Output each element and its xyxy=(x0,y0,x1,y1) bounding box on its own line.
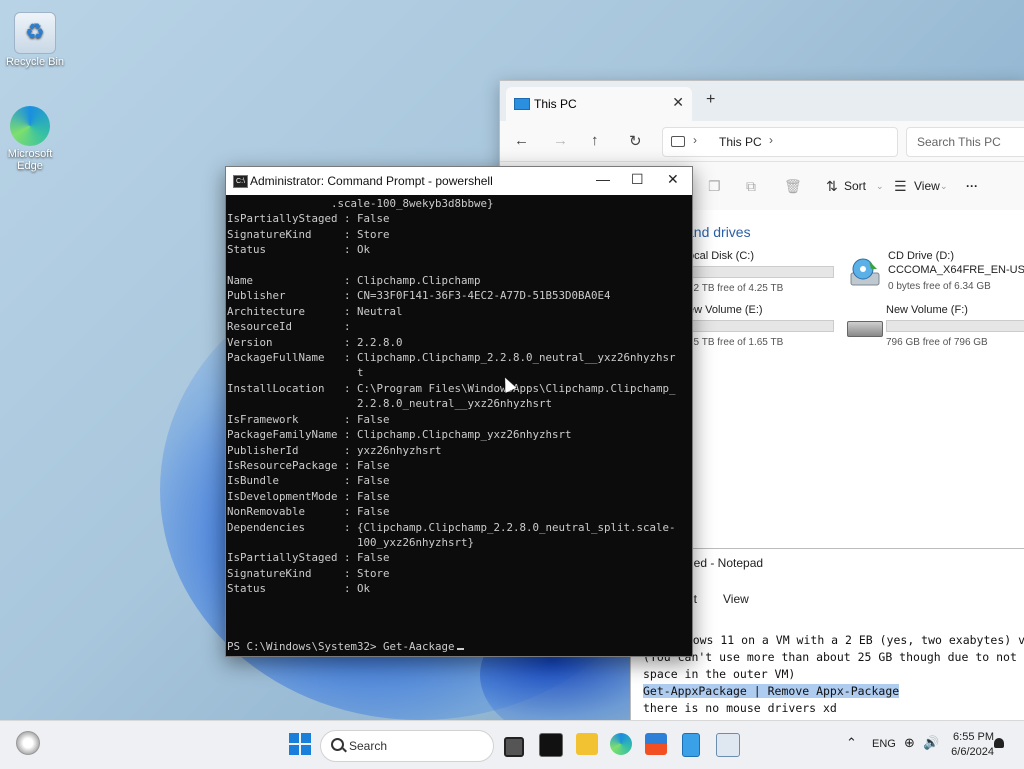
notepad-title: led - Notepad xyxy=(691,556,764,570)
breadcrumb[interactable]: This PC xyxy=(719,135,762,149)
drive-free-space: 22 TB free of 4.25 TB xyxy=(688,283,784,294)
edge-icon[interactable] xyxy=(610,733,632,755)
network-icon[interactable]: ⊕ xyxy=(904,735,915,751)
clock-date: 6/6/2024 xyxy=(951,746,994,758)
prompt-text: PS C:\Windows\System32> Get-Aackage xyxy=(227,640,455,653)
up-icon[interactable]: ↑ xyxy=(591,132,599,149)
text-line: space in the outer VM) xyxy=(643,667,796,681)
menu-view[interactable]: View xyxy=(723,592,749,606)
chevron-down-icon: ⌄ xyxy=(940,181,948,191)
drive-name: New Volume (F:) xyxy=(886,304,968,316)
language-indicator[interactable]: ENG xyxy=(872,738,896,750)
text-line: there is no mouse drivers xd xyxy=(643,701,837,715)
tab-this-pc[interactable]: This PC ✕ xyxy=(506,87,692,121)
windows-logo-icon xyxy=(301,733,311,743)
notepad-icon[interactable] xyxy=(682,733,700,757)
chevron-down-icon: ⌄ xyxy=(876,181,884,191)
more-options-button[interactable]: ··· xyxy=(966,179,978,193)
command-prompt-window[interactable]: C:\ Administrator: Command Prompt - powe… xyxy=(225,166,693,657)
search-input[interactable]: Search This PC xyxy=(906,127,1024,157)
text-line: (You can't use more than about 25 GB tho… xyxy=(643,650,1024,664)
console-output: .scale-100_8wekyb3d8bbwe} IsPartiallySta… xyxy=(227,197,676,596)
windows-logo-icon xyxy=(289,733,299,743)
devices-group-heading[interactable]: and drives xyxy=(686,224,751,240)
file-explorer-icon[interactable] xyxy=(576,733,598,755)
sort-button[interactable]: Sort xyxy=(844,179,866,193)
notification-bell-icon[interactable] xyxy=(994,738,1004,748)
text-cursor xyxy=(456,648,464,650)
tab-label: This PC xyxy=(534,97,577,111)
widgets-icon[interactable] xyxy=(16,731,40,755)
drive-usage-bar xyxy=(886,320,1024,332)
view-button[interactable]: View xyxy=(914,179,940,193)
windows-logo-icon xyxy=(301,745,311,755)
selected-text-line: Get-AppxPackage | Remove Appx-Package xyxy=(643,684,900,698)
hard-drive-icon xyxy=(847,321,883,337)
start-button[interactable] xyxy=(289,733,311,755)
task-view-icon[interactable] xyxy=(504,737,524,757)
monitor-icon xyxy=(671,136,685,147)
clock[interactable]: 6:55 PM 6/6/2024 xyxy=(950,730,994,760)
terminal-icon[interactable] xyxy=(539,733,563,757)
drive-usage-bar xyxy=(688,320,834,332)
close-tab-icon[interactable]: ✕ xyxy=(672,94,684,111)
sort-icon: ⇅ xyxy=(826,178,838,194)
chevron-up-icon[interactable]: ⌃ xyxy=(846,735,857,751)
new-tab-icon[interactable]: + xyxy=(706,91,715,109)
volume-icon[interactable]: 🔊 xyxy=(923,735,939,751)
cmd-title-bar[interactable]: C:\ Administrator: Command Prompt - powe… xyxy=(226,167,692,195)
forward-icon[interactable]: → xyxy=(553,132,568,149)
text-line: Windows 11 on a VM with a 2 EB (yes, two… xyxy=(665,633,1024,647)
share-icon[interactable]: ⧉ xyxy=(746,178,756,195)
store-icon[interactable] xyxy=(645,733,667,755)
drive-free-space: 796 GB free of 796 GB xyxy=(886,337,988,348)
desktop-icon-recycle-bin[interactable]: Recycle Bin xyxy=(0,12,70,68)
back-icon[interactable]: ← xyxy=(514,132,529,149)
chevron-right-icon[interactable]: › xyxy=(769,133,773,147)
window-title: Administrator: Command Prompt - powershe… xyxy=(250,174,493,188)
computer-icon xyxy=(514,98,530,110)
drive-free-space: 0 bytes free of 6.34 GB xyxy=(888,281,991,292)
drive-name: CD Drive (D:) xyxy=(888,250,954,262)
taskbar-search[interactable]: Search xyxy=(320,730,494,762)
desktop-icon-label: Recycle Bin xyxy=(5,56,65,68)
notepad-text-area[interactable]: Windows 11 on a VM with a 2 EB (yes, two… xyxy=(643,632,1024,717)
close-icon[interactable]: ✕ xyxy=(667,171,679,188)
desktop-icon-edge[interactable]: Microsoft Edge xyxy=(0,106,65,172)
search-label: Search xyxy=(349,739,388,753)
refresh-icon[interactable]: ↻ xyxy=(629,132,642,150)
search-icon xyxy=(331,738,344,751)
scrollbar[interactable] xyxy=(680,196,692,654)
cmd-icon: C:\ xyxy=(233,175,248,188)
search-placeholder: Search This PC xyxy=(917,135,1001,149)
drive-name: ocal Disk (C:) xyxy=(688,250,755,262)
clock-time: 6:55 PM xyxy=(953,731,994,743)
copy-icon[interactable]: ❐ xyxy=(708,178,721,195)
explorer-nav-bar: ← → ↑ ↻ › This PC › Search This PC xyxy=(500,121,1024,162)
chevron-right-icon: › xyxy=(693,133,697,147)
desktop-icon-label: Microsoft Edge xyxy=(7,148,53,172)
minimize-icon[interactable]: — xyxy=(596,171,610,187)
cd-drive-icon xyxy=(850,258,880,286)
photos-icon[interactable] xyxy=(716,733,740,757)
drive-usage-bar xyxy=(688,266,834,278)
edge-icon xyxy=(10,106,50,146)
drive-label: CCCOMA_X64FRE_EN-US_DV9 xyxy=(888,264,1024,276)
windows-logo-icon xyxy=(289,745,299,755)
drive-free-space: 65 TB free of 1.65 TB xyxy=(688,337,784,348)
view-icon: ☰ xyxy=(894,178,907,194)
explorer-tab-bar: This PC ✕ + xyxy=(500,81,1024,121)
address-bar[interactable]: › This PC › xyxy=(662,127,898,157)
recycle-bin-icon xyxy=(14,12,56,54)
delete-icon[interactable]: 🗑 xyxy=(784,178,802,195)
console-input-line[interactable]: PS C:\Windows\System32> Get-Aackage xyxy=(227,640,464,653)
taskbar: Search ⌃ ENG ⊕ 🔊 6:55 PM 6/6/2024 xyxy=(0,720,1024,769)
drive-name: ew Volume (E:) xyxy=(688,304,763,316)
maximize-icon[interactable]: ☐ xyxy=(631,171,644,188)
